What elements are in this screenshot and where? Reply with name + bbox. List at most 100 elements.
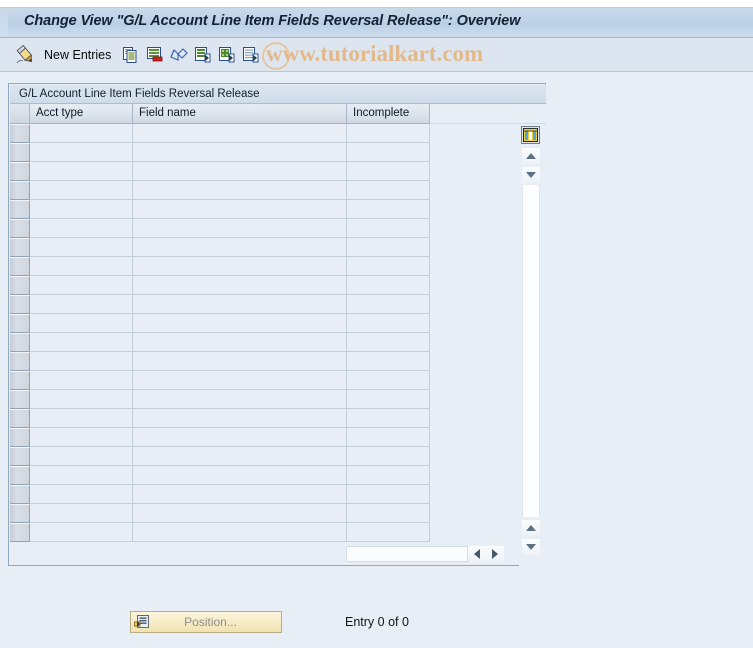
table-cell-field_name[interactable] [133,390,347,409]
table-cell-incomplete[interactable] [347,219,430,238]
table-cell-incomplete[interactable] [347,333,430,352]
scroll-up-button-bottom[interactable] [522,520,540,536]
select-all-icon[interactable] [191,43,215,67]
table-cell-field_name[interactable] [133,257,347,276]
table-cell-field_name[interactable] [133,504,347,523]
scroll-down-button-top[interactable] [522,167,540,183]
row-selector-cell[interactable] [10,276,30,295]
select-block-icon[interactable] [215,43,239,67]
table-row[interactable] [10,162,546,181]
table-cell-field_name[interactable] [133,181,347,200]
horizontal-scroll-track[interactable] [346,545,468,562]
row-selector-cell[interactable] [10,333,30,352]
table-cell-acct_type[interactable] [30,181,133,200]
table-cell-acct_type[interactable] [30,124,133,143]
table-cell-field_name[interactable] [133,162,347,181]
row-selector-cell[interactable] [10,257,30,276]
table-cell-field_name[interactable] [133,371,347,390]
table-cell-acct_type[interactable] [30,466,133,485]
table-row[interactable] [10,485,546,504]
row-selector-cell[interactable] [10,504,30,523]
scroll-right-button[interactable] [486,545,504,562]
row-selector-cell[interactable] [10,485,30,504]
row-selector-cell[interactable] [10,352,30,371]
table-row[interactable] [10,295,546,314]
table-cell-field_name[interactable] [133,447,347,466]
row-selector-cell[interactable] [10,143,30,162]
table-cell-acct_type[interactable] [30,352,133,371]
table-row[interactable] [10,219,546,238]
table-cell-incomplete[interactable] [347,238,430,257]
table-cell-incomplete[interactable] [347,143,430,162]
delete-icon[interactable] [143,43,167,67]
table-cell-incomplete[interactable] [347,257,430,276]
table-cell-field_name[interactable] [133,295,347,314]
row-selector-cell[interactable] [10,390,30,409]
table-cell-acct_type[interactable] [30,219,133,238]
row-selector-cell[interactable] [10,371,30,390]
pencil-display-change-icon[interactable] [14,43,38,67]
table-row[interactable] [10,314,546,333]
column-header-field-name[interactable]: Field name [133,104,347,124]
table-cell-field_name[interactable] [133,523,347,542]
table-cell-acct_type[interactable] [30,504,133,523]
table-row[interactable] [10,276,546,295]
table-row[interactable] [10,466,546,485]
table-row[interactable] [10,352,546,371]
table-row[interactable] [10,523,546,542]
table-cell-field_name[interactable] [133,352,347,371]
table-cell-acct_type[interactable] [30,238,133,257]
table-cell-acct_type[interactable] [30,295,133,314]
new-entries-label[interactable]: New Entries [44,48,111,62]
row-selector-cell[interactable] [10,428,30,447]
table-cell-incomplete[interactable] [347,162,430,181]
deselect-all-icon[interactable] [239,43,263,67]
table-row[interactable] [10,200,546,219]
row-selector-cell[interactable] [10,523,30,542]
table-settings-icon[interactable] [521,126,540,144]
table-cell-field_name[interactable] [133,143,347,162]
row-selector-cell[interactable] [10,314,30,333]
table-cell-incomplete[interactable] [347,428,430,447]
table-cell-acct_type[interactable] [30,428,133,447]
table-cell-field_name[interactable] [133,124,347,143]
table-cell-acct_type[interactable] [30,314,133,333]
row-selector-cell[interactable] [10,447,30,466]
column-header-acct-type[interactable]: Acct type [30,104,133,124]
table-cell-incomplete[interactable] [347,390,430,409]
row-selector-cell[interactable] [10,466,30,485]
table-cell-incomplete[interactable] [347,504,430,523]
table-row[interactable] [10,447,546,466]
table-row[interactable] [10,124,546,143]
table-cell-incomplete[interactable] [347,466,430,485]
table-cell-incomplete[interactable] [347,181,430,200]
table-cell-acct_type[interactable] [30,257,133,276]
table-cell-field_name[interactable] [133,200,347,219]
row-selector-cell[interactable] [10,162,30,181]
row-selector-cell[interactable] [10,200,30,219]
table-cell-incomplete[interactable] [347,314,430,333]
table-row[interactable] [10,371,546,390]
copy-icon[interactable] [119,43,143,67]
row-selector-cell[interactable] [10,409,30,428]
table-row[interactable] [10,333,546,352]
scroll-left-button[interactable] [468,545,486,562]
undo-icon[interactable] [167,43,191,67]
scroll-up-button-top[interactable] [522,148,540,164]
table-cell-incomplete[interactable] [347,371,430,390]
table-cell-acct_type[interactable] [30,523,133,542]
row-selector-cell[interactable] [10,219,30,238]
table-row[interactable] [10,428,546,447]
table-cell-field_name[interactable] [133,428,347,447]
table-cell-incomplete[interactable] [347,295,430,314]
table-cell-incomplete[interactable] [347,485,430,504]
table-cell-field_name[interactable] [133,333,347,352]
table-row[interactable] [10,390,546,409]
table-cell-acct_type[interactable] [30,200,133,219]
column-header-incomplete[interactable]: Incomplete [347,104,430,124]
table-cell-field_name[interactable] [133,314,347,333]
table-cell-field_name[interactable] [133,485,347,504]
position-button[interactable]: Position... [130,611,282,633]
table-row[interactable] [10,504,546,523]
table-cell-field_name[interactable] [133,238,347,257]
